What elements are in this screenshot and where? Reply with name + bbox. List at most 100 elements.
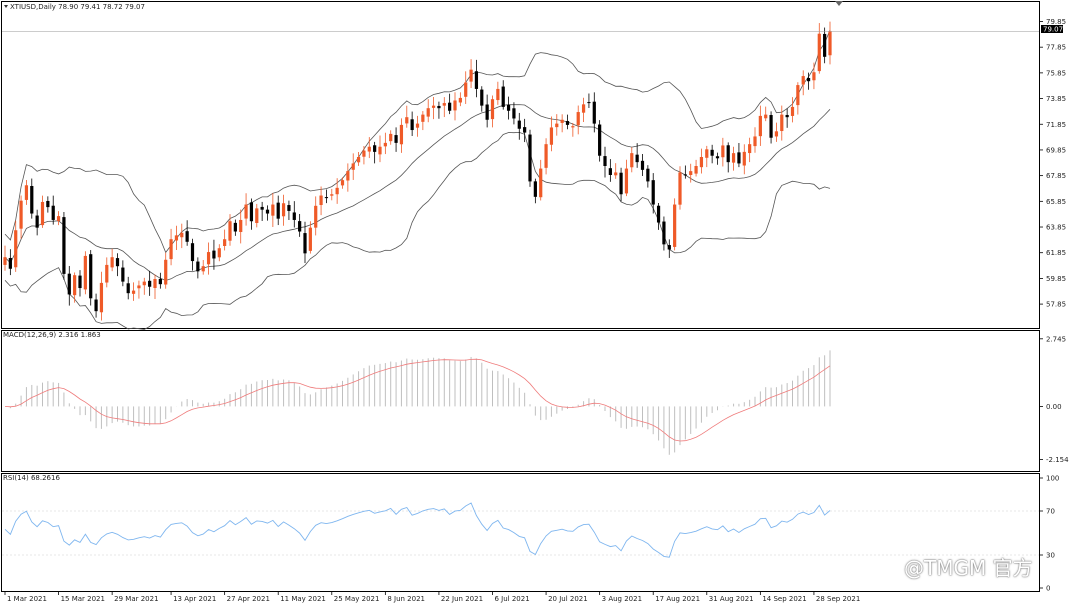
candle (780, 105, 784, 141)
candle (662, 216, 666, 251)
bollinger-upper-line (4, 30, 831, 254)
candle (196, 257, 200, 279)
candle-body (212, 250, 216, 259)
candle (330, 188, 334, 201)
candle (560, 114, 564, 133)
candle (255, 203, 259, 228)
candle-body (19, 200, 23, 229)
candle-body (651, 180, 655, 205)
candle-body (78, 275, 82, 289)
candle-body (410, 119, 414, 131)
candle (458, 92, 462, 107)
candle (126, 276, 130, 300)
candle-body (496, 88, 500, 101)
candle-body (126, 283, 130, 294)
candle-body (201, 266, 205, 272)
candle-body (276, 202, 280, 219)
candle-body (667, 245, 671, 250)
chart-menu-icon[interactable] (4, 5, 8, 8)
candle-body (608, 168, 612, 175)
candle (89, 250, 93, 306)
candle-body (619, 172, 623, 195)
trading-chart[interactable]: 79.8577.8575.8573.8571.8569.8567.8565.85… (0, 0, 1072, 604)
candle (544, 138, 548, 175)
candle-body (485, 104, 489, 120)
candle (630, 147, 634, 173)
candle-body (801, 76, 805, 85)
candle (131, 282, 136, 301)
candle (223, 229, 227, 251)
candle-body (94, 299, 98, 312)
candle-body (148, 280, 152, 287)
candle-body (56, 216, 61, 221)
macd-pane-frame (1, 330, 1040, 472)
candle-body (480, 89, 484, 106)
candle-body (287, 205, 291, 211)
candle (190, 238, 195, 271)
candle (651, 173, 655, 214)
macd-y-tick-label: 0.00 (1046, 403, 1062, 411)
candle (603, 146, 607, 178)
candle (431, 96, 436, 120)
candle (24, 179, 29, 205)
candle-body (646, 168, 650, 182)
candle-body (394, 135, 398, 143)
candle-body (131, 290, 136, 294)
candle-body (560, 119, 564, 123)
candle-body (228, 221, 232, 241)
candle (271, 193, 275, 228)
candle-body (255, 208, 259, 223)
candle (496, 81, 500, 105)
candle (721, 137, 725, 167)
x-axis-tick-label: 1 Mar 2021 (7, 595, 47, 603)
candle (823, 27, 827, 64)
candle-body (737, 152, 741, 164)
candle-body (158, 278, 162, 285)
candle (410, 111, 414, 136)
candle (233, 219, 237, 236)
candle (555, 114, 559, 136)
candle-body (490, 99, 495, 120)
candle (30, 178, 34, 219)
candle (448, 93, 452, 115)
candle-body (196, 261, 200, 272)
candle (480, 86, 484, 112)
candle (506, 96, 511, 120)
macd-pane-title: MACD(12,26,9) 2.316 1.863 (3, 331, 101, 339)
x-axis-tick-label: 25 May 2021 (334, 595, 380, 603)
candle-body (110, 257, 114, 268)
candle (389, 130, 393, 145)
candle (14, 220, 18, 272)
candle (790, 97, 795, 123)
candle (748, 137, 752, 163)
candle (308, 221, 312, 254)
candle-body (399, 124, 404, 145)
candle (351, 153, 355, 180)
candle-body (164, 259, 168, 285)
price-y-tick-label: 77.85 (1046, 44, 1066, 52)
x-axis-tick-label: 14 Sep 2021 (762, 595, 806, 603)
candle (710, 144, 714, 164)
candle-body (806, 77, 811, 82)
candle (635, 143, 639, 168)
chart-shift-marker-icon[interactable] (835, 1, 843, 6)
candle (8, 249, 12, 276)
candle (608, 159, 612, 182)
x-axis-tick-label: 22 Jun 2021 (441, 595, 483, 603)
candle (217, 244, 221, 262)
candle (673, 198, 677, 251)
candle (105, 257, 109, 288)
candle (137, 280, 141, 299)
candle (405, 105, 409, 128)
candle (314, 196, 318, 236)
candle (201, 260, 205, 275)
price-y-tick-label: 57.85 (1046, 301, 1066, 309)
candle (40, 195, 45, 228)
candle (148, 270, 152, 296)
candle (565, 114, 570, 130)
candle-body (753, 136, 757, 147)
price-y-tick-label: 71.85 (1046, 121, 1066, 129)
candle (549, 116, 554, 152)
candle (83, 251, 87, 295)
candle (110, 248, 114, 272)
